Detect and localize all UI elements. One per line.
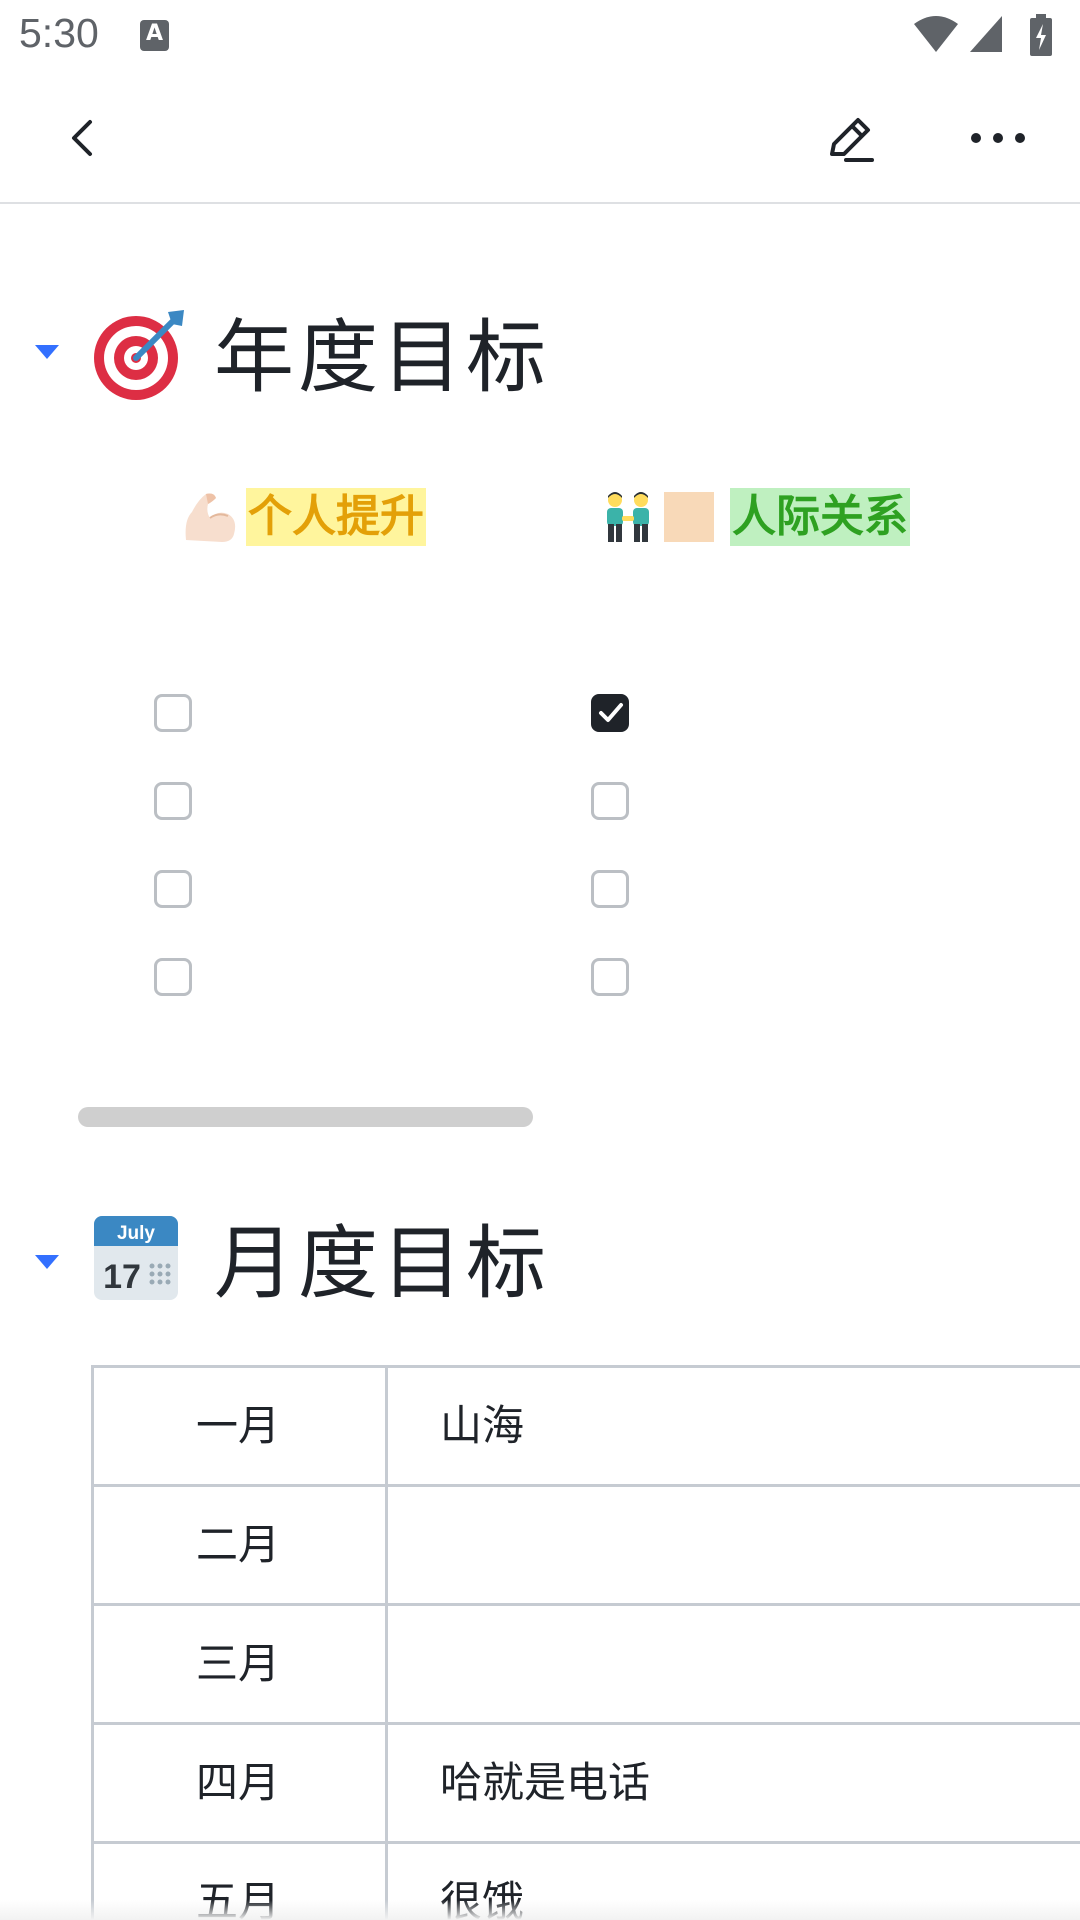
checkbox-personal-1[interactable] — [154, 694, 192, 732]
category-label-relationships: 人际关系 — [730, 488, 910, 546]
edit-pencil-icon — [830, 118, 874, 162]
flexed-biceps-emoji — [185, 493, 236, 542]
status-icons — [912, 14, 1062, 56]
section-title-annual: 年度目标 — [214, 311, 550, 404]
table-cell-month: 四月 — [91, 1725, 388, 1841]
direct-hit-target-emoji — [94, 310, 184, 400]
collapse-caret-icon[interactable] — [34, 344, 60, 360]
wifi-icon — [914, 16, 958, 52]
table-cell-goal[interactable]: 哈就是电话 — [388, 1725, 1080, 1841]
calendar-month-text: July — [117, 1223, 155, 1244]
more-dots-icon — [971, 133, 1025, 143]
section-heading-monthly: July 17 月度目标 — [0, 1210, 1080, 1330]
checkbox-relationships-4[interactable] — [591, 958, 629, 996]
category-label-personal: 个人提升 — [246, 488, 426, 546]
checkbox-relationships-1[interactable] — [591, 694, 629, 732]
keyboard-indicator-icon: A — [140, 20, 169, 51]
table-row[interactable]: 一月 山海 — [91, 1368, 1080, 1487]
table-cell-month: 一月 — [91, 1368, 388, 1484]
two-men-holding-hands-emoji — [607, 492, 649, 542]
collapse-caret-icon[interactable] — [34, 1254, 60, 1270]
category-personal: 个人提升 — [182, 488, 426, 546]
app-bar — [0, 74, 1080, 204]
edit-button[interactable] — [810, 98, 890, 178]
table-cell-month: 二月 — [91, 1487, 388, 1603]
category-relationships: 人际关系 — [600, 488, 910, 546]
checkbox-personal-3[interactable] — [154, 870, 192, 908]
table-cell-goal[interactable] — [388, 1487, 1080, 1603]
calendar-day-text: 17 — [103, 1258, 141, 1296]
back-arrow-icon — [72, 120, 92, 156]
table-cell-goal[interactable] — [388, 1606, 1080, 1722]
screen: 5:30 A 年度目标 个人提升 人际关系 July 17 月度目标 一月 山海… — [0, 0, 1080, 1920]
checkbox-relationships-3[interactable] — [591, 870, 629, 908]
more-button[interactable] — [958, 98, 1038, 178]
status-time: 5:30 — [19, 10, 99, 56]
skin-tone-swatch — [664, 492, 714, 542]
status-bar: 5:30 A — [0, 0, 1080, 74]
checkbox-personal-2[interactable] — [154, 782, 192, 820]
checkmark-icon — [599, 703, 623, 722]
table-row[interactable]: 四月 哈就是电话 — [91, 1725, 1080, 1844]
table-cell-goal[interactable]: 山海 — [388, 1368, 1080, 1484]
table-cell-month: 三月 — [91, 1606, 388, 1722]
table-row[interactable]: 三月 — [91, 1606, 1080, 1725]
monthly-goals-table: 一月 山海 二月 三月 四月 哈就是电话 五月 很饿 — [91, 1365, 1080, 1920]
checkbox-personal-4[interactable] — [154, 958, 192, 996]
horizontal-scrollbar[interactable] — [78, 1107, 533, 1127]
calendar-july-17-emoji: July 17 — [94, 1216, 178, 1300]
table-row[interactable]: 二月 — [91, 1487, 1080, 1606]
back-button[interactable] — [44, 98, 124, 178]
cell-signal-icon — [970, 16, 1002, 52]
battery-charging-icon — [1030, 14, 1052, 56]
checkbox-relationships-2[interactable] — [591, 782, 629, 820]
bottom-edge-shadow — [0, 1900, 1080, 1920]
section-heading-annual: 年度目标 — [0, 302, 1080, 422]
section-title-monthly: 月度目标 — [214, 1217, 550, 1310]
